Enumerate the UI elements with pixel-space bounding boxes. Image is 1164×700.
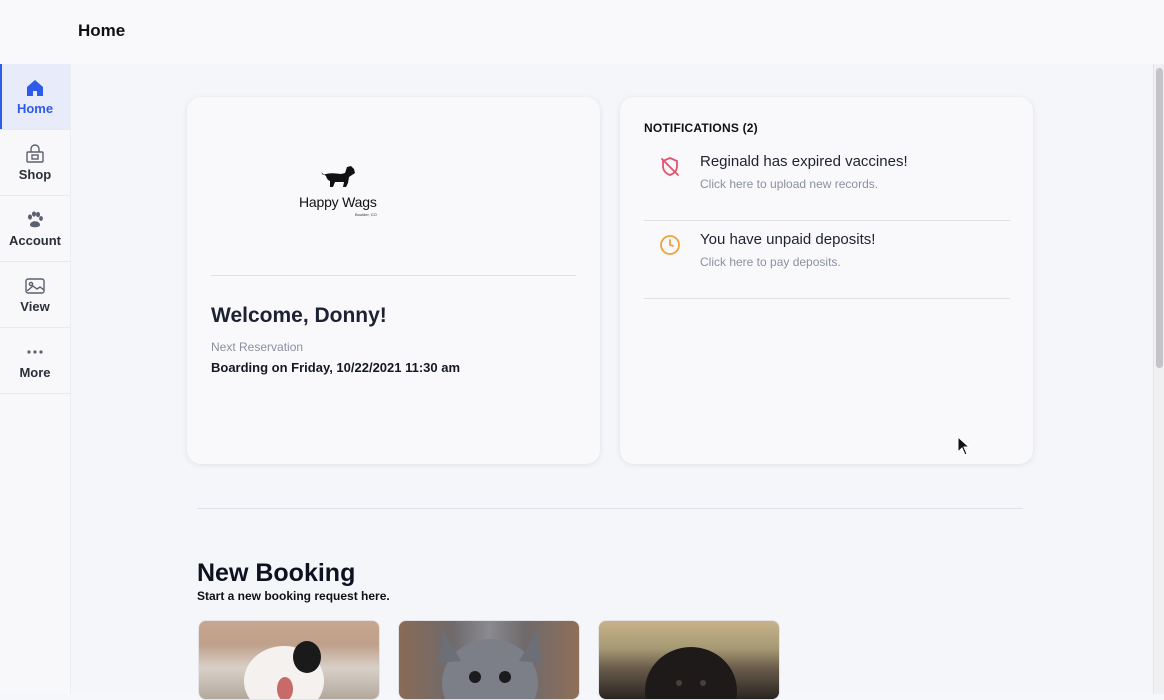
shield-off-icon <box>658 155 682 179</box>
scrollbar-thumb[interactable] <box>1156 68 1163 368</box>
notification-title: Reginald has expired vaccines! <box>700 153 908 170</box>
notification-subtitle: Click here to upload new records. <box>700 177 879 191</box>
next-reservation-value: Boarding on Friday, 10/22/2021 11:30 am <box>211 360 461 375</box>
welcome-card: Happy Wags Boulder, CO Welcome, Donny! N… <box>187 97 600 464</box>
sidebar-item-label: Account <box>9 233 61 248</box>
welcome-heading: Welcome, Donny! <box>211 304 387 327</box>
sidebar-item-home[interactable]: Home <box>0 64 70 130</box>
black-puppy-photo <box>645 647 737 699</box>
happy-wags-logo: Happy Wags Boulder, CO <box>283 163 393 223</box>
paw-icon <box>24 209 46 231</box>
logo-location-text: Boulder, CO <box>355 212 377 217</box>
shop-icon <box>24 143 46 165</box>
sidebar-item-shop[interactable]: Shop <box>0 130 70 196</box>
notification-subtitle: Click here to pay deposits. <box>700 255 841 269</box>
notification-item-vaccines[interactable]: Reginald has expired vaccines! Click her… <box>644 143 1010 221</box>
puppy-photo <box>244 641 324 699</box>
sidebar-item-label: More <box>19 365 51 380</box>
notification-item-deposits[interactable]: You have unpaid deposits! Click here to … <box>644 221 1010 299</box>
home-icon <box>24 77 46 99</box>
scrollbar[interactable] <box>1153 64 1164 694</box>
notifications-card: NOTIFICATIONS (2) Reginald has expired v… <box>620 97 1033 464</box>
sidebar-item-label: Shop <box>18 167 52 182</box>
image-icon <box>24 275 46 297</box>
logo-brand-text: Happy Wags <box>299 194 377 210</box>
sidebar-item-account[interactable]: Account <box>0 196 70 262</box>
booking-option-puppy[interactable] <box>198 620 380 700</box>
notifications-header: NOTIFICATIONS (2) <box>644 121 758 135</box>
sidebar: Home Shop Account View More <box>0 64 71 694</box>
top-bar: Home <box>0 0 1164 64</box>
clock-icon <box>658 233 682 257</box>
french-bulldog-photo <box>439 631 541 699</box>
new-booking-heading: New Booking <box>197 559 356 587</box>
notification-title: You have unpaid deposits! <box>700 231 876 248</box>
dog-logo-icon <box>321 166 355 187</box>
booking-option-black-puppy[interactable] <box>598 620 780 700</box>
sidebar-item-label: View <box>20 299 50 314</box>
more-icon <box>24 341 46 363</box>
mouse-cursor-icon <box>957 436 971 456</box>
section-divider <box>197 508 1023 509</box>
new-booking-subtitle: Start a new booking request here. <box>197 589 390 603</box>
next-reservation-label: Next Reservation <box>211 340 304 354</box>
divider <box>211 275 576 276</box>
sidebar-item-more[interactable]: More <box>0 328 70 394</box>
page-title: Home <box>78 21 126 40</box>
sidebar-item-view[interactable]: View <box>0 262 70 328</box>
booking-option-french-bulldog[interactable] <box>398 620 580 700</box>
sidebar-item-label: Home <box>16 101 54 116</box>
